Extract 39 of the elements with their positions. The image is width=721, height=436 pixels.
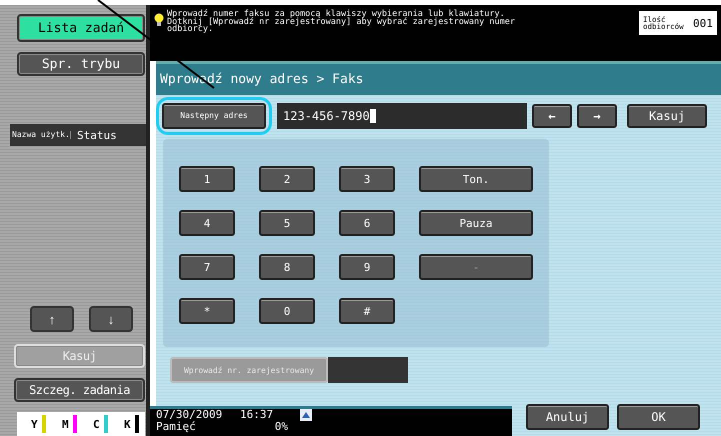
mode-check-button[interactable]: Spr. trybu xyxy=(17,52,145,76)
job-details-button[interactable]: Szczeg. zadania xyxy=(14,378,145,402)
keypad-key[interactable]: 1 xyxy=(179,166,235,192)
keypad-key[interactable]: 4 xyxy=(179,210,235,236)
instruction-message: Wprowadź numer faksu za pomocą klawiszy wybierania lub klawiatury. Dotknij [Wprowadź nr zarejestrowany] aby wybrać zarejestrowany numer odbiorcy. xyxy=(167,11,516,34)
toner-label: K xyxy=(124,418,131,430)
clear-button[interactable]: Kasuj xyxy=(627,104,707,128)
toner-label: Y xyxy=(31,418,38,430)
job-list-button[interactable]: Lista zadań xyxy=(17,14,145,42)
cursor-button[interactable]: → xyxy=(577,104,617,128)
keypad-key[interactable]: 7 xyxy=(179,254,235,280)
lightbulb-icon xyxy=(154,13,164,27)
column-header: Status xyxy=(76,128,117,142)
toner-label: M xyxy=(62,418,69,430)
keypad-key[interactable]: * xyxy=(179,298,235,324)
keypad-key[interactable]: Ton. xyxy=(419,166,533,192)
memory-label: Pamięć xyxy=(156,421,197,432)
action-button[interactable]: Anuluj xyxy=(526,404,609,430)
scroll-button[interactable]: ↓ xyxy=(89,306,133,332)
keypad-key[interactable]: 5 xyxy=(259,210,315,236)
next-address-button[interactable]: Następny adres xyxy=(162,102,266,128)
keypad-key[interactable]: 3 xyxy=(339,166,395,192)
time-text: 16:37 xyxy=(240,409,274,420)
memory-value: 0% xyxy=(274,421,288,432)
scroll-button[interactable]: ↑ xyxy=(30,306,74,332)
toner-label: C xyxy=(93,418,100,430)
column-header: Nazwa użytk. xyxy=(10,131,71,139)
date-text: 07/30/2009 xyxy=(156,409,224,420)
keypad-key[interactable]: Pauza xyxy=(419,210,533,236)
keypad-key[interactable]: 0 xyxy=(259,298,315,324)
cursor-button[interactable]: ← xyxy=(532,104,572,128)
keypad-key[interactable]: 2 xyxy=(259,166,315,192)
action-button[interactable]: OK xyxy=(617,404,700,430)
keypad-key[interactable]: 9 xyxy=(339,254,395,280)
keypad-key[interactable]: # xyxy=(339,298,395,324)
fax-number-field[interactable]: 123-456-7890 xyxy=(277,102,527,128)
keypad-key[interactable]: 6 xyxy=(339,210,395,236)
recipient-count: 001 xyxy=(693,16,713,30)
keypad-key[interactable]: 8 xyxy=(259,254,315,280)
